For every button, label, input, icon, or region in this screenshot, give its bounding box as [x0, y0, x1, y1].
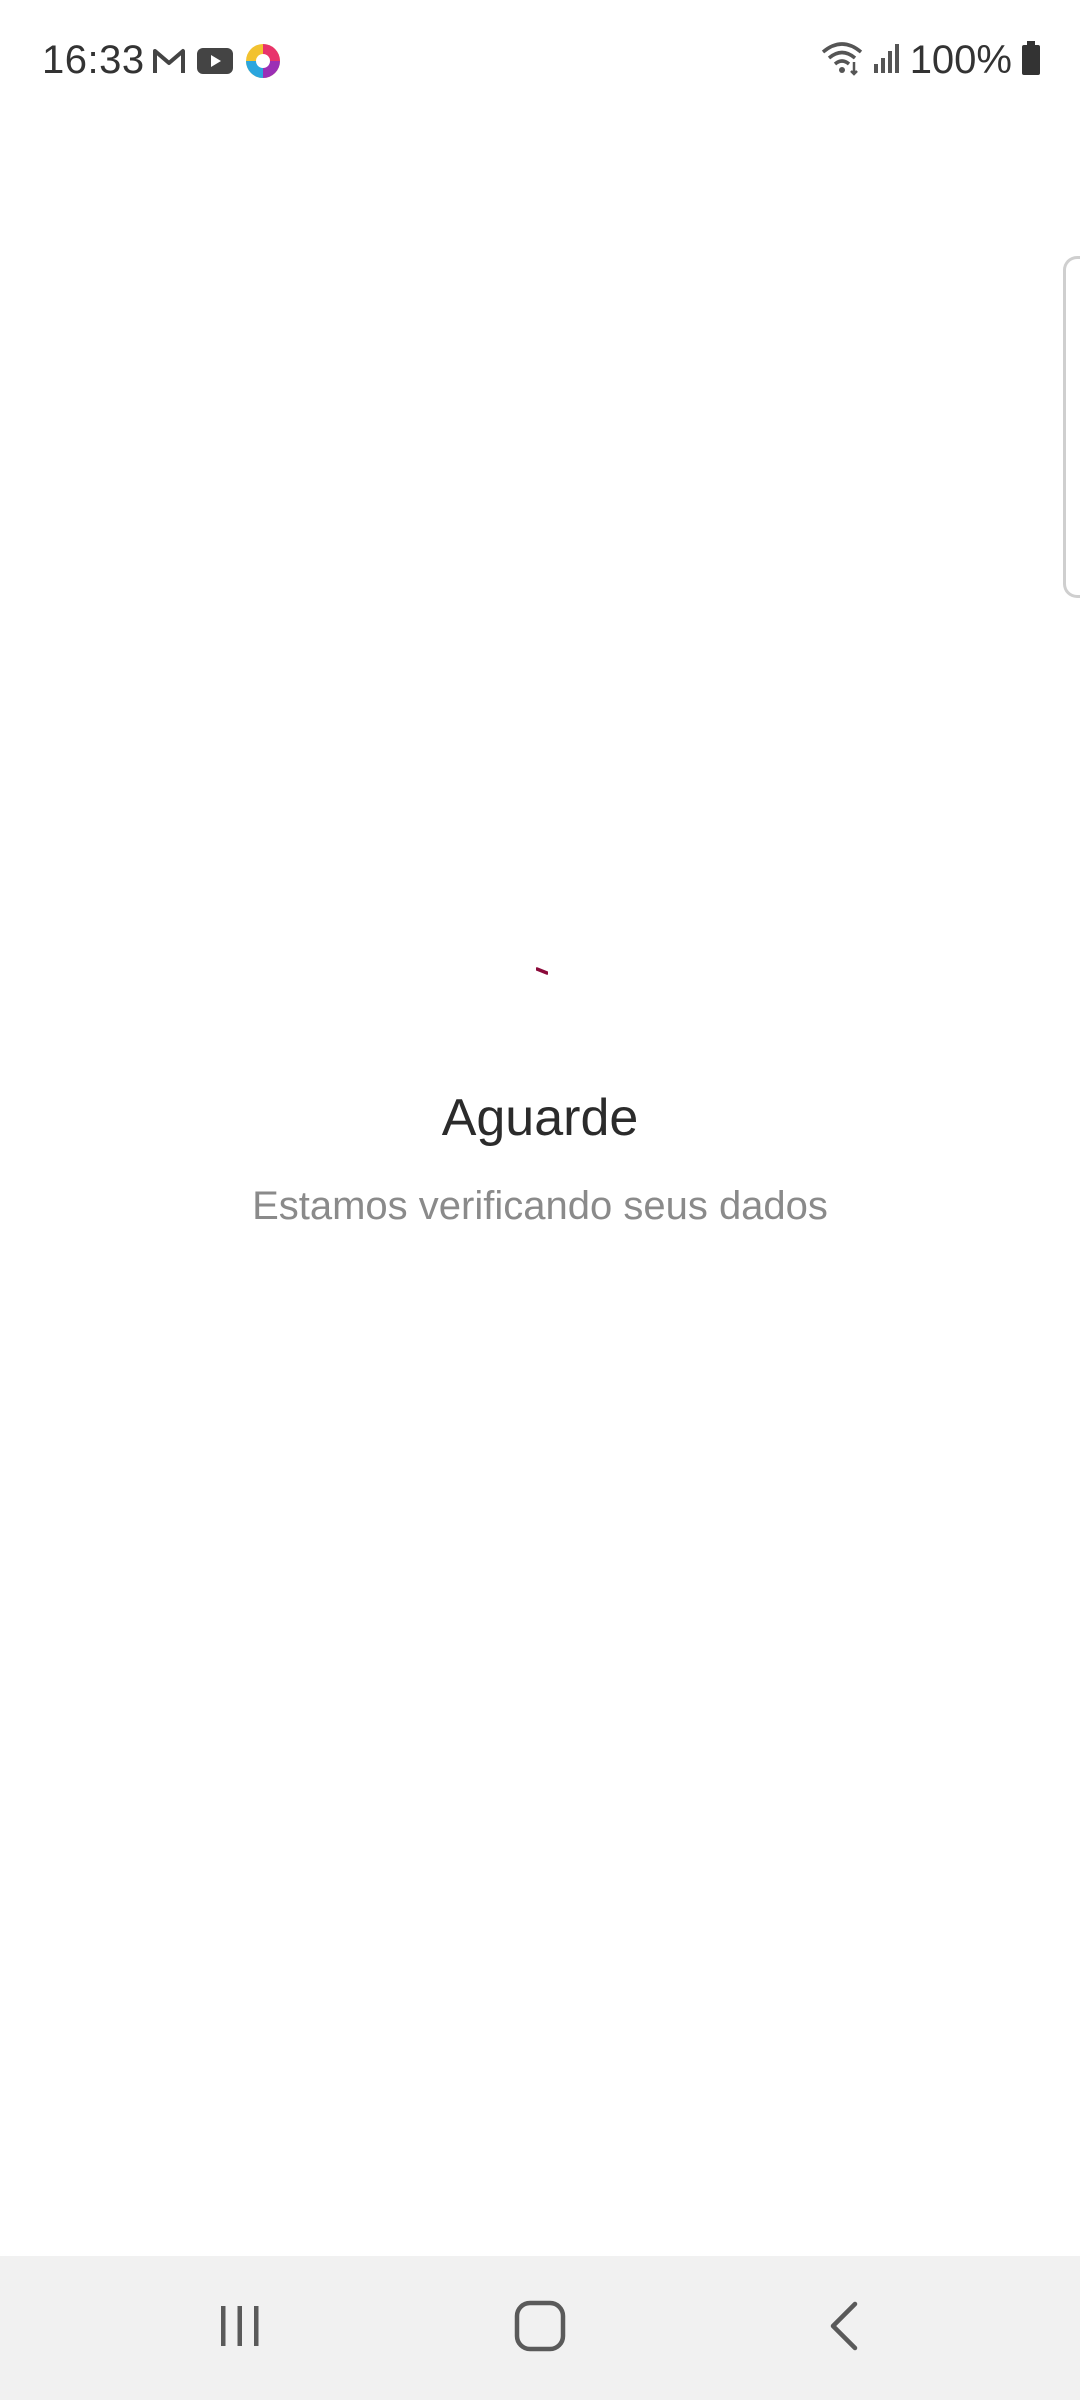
recent-apps-button[interactable]: [160, 2256, 320, 2400]
home-button[interactable]: [460, 2256, 620, 2400]
battery-percentage: 100%: [909, 38, 1012, 82]
back-button[interactable]: [764, 2256, 924, 2400]
status-bar: 16:33 100%: [0, 0, 1080, 126]
edge-panel-handle[interactable]: [1063, 256, 1080, 598]
signal-icon: [872, 42, 902, 79]
battery-icon: [1020, 40, 1042, 81]
navigation-bar: [0, 2256, 1080, 2400]
wifi-icon: [820, 40, 864, 81]
notification-icons: [152, 42, 282, 85]
gmail-icon: [152, 47, 186, 80]
recent-apps-icon: [215, 2303, 265, 2354]
system-status: 100%: [820, 38, 1042, 83]
status-time: 16:33: [42, 38, 145, 82]
screen: 16:33 100% Aguarde Estamos verificando s…: [0, 0, 1080, 2400]
home-icon: [513, 2299, 567, 2358]
youtube-icon: [196, 46, 234, 81]
loading-message: Estamos verificando seus dados: [252, 1184, 828, 1228]
loading-title: Aguarde: [441, 1089, 639, 1147]
loading-spinner: [535, 962, 549, 975]
app-icon: [244, 42, 282, 85]
back-icon: [827, 2301, 861, 2356]
